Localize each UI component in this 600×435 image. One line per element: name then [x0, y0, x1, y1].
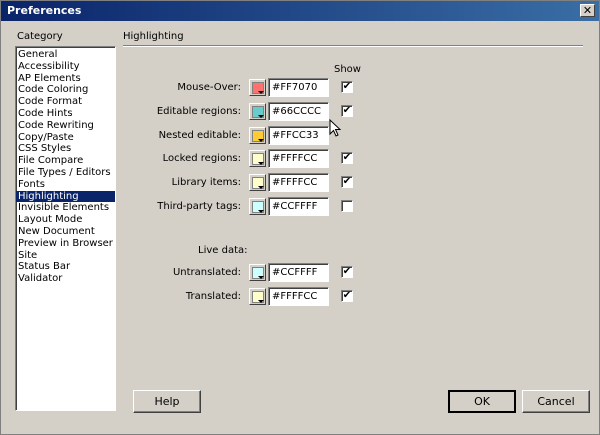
category-item[interactable]: Code Coloring [16, 84, 115, 96]
highlight-row: Translated: #FFFFCC ✔ [121, 287, 361, 307]
category-item[interactable]: AP Elements [16, 73, 115, 85]
category-item[interactable]: Preview in Browser [16, 238, 115, 250]
show-checkbox[interactable]: ✔ [341, 105, 353, 117]
category-item[interactable]: Fonts [16, 179, 115, 191]
category-item[interactable]: Site [16, 250, 115, 262]
dropdown-arrow-icon [258, 139, 264, 142]
category-item[interactable]: General [16, 49, 115, 61]
highlight-row-label: Locked regions: [162, 153, 241, 164]
category-item[interactable]: Code Rewriting [16, 120, 115, 132]
show-checkbox[interactable]: ✔ [341, 152, 353, 164]
highlight-row: Untranslated: #CCFFFF ✔ [121, 263, 361, 283]
category-item[interactable]: Highlighting [16, 190, 115, 203]
category-item[interactable]: Invisible Elements [16, 202, 115, 214]
highlight-row-label: Translated: [185, 291, 241, 302]
hex-color-input[interactable]: #CCFFFF [268, 263, 329, 282]
dropdown-arrow-icon [258, 300, 264, 303]
show-checkbox[interactable]: ✔ [341, 176, 353, 188]
hex-color-input[interactable]: #FFCC33 [268, 126, 329, 145]
mouse-cursor-icon [329, 118, 342, 137]
highlight-row-label: Mouse-Over: [177, 82, 241, 93]
highlight-row: Third-party tags: #CCFFFF [121, 197, 361, 217]
category-item[interactable]: Accessibility [16, 61, 115, 73]
preferences-window: Preferences ✕ Category General Accessibil… [0, 0, 600, 435]
close-button[interactable]: ✕ [580, 4, 595, 17]
highlight-row: Nested editable: #FFCC33 [121, 126, 361, 146]
show-checkbox[interactable]: ✔ [341, 290, 353, 302]
category-item[interactable]: Layout Mode [16, 214, 115, 226]
highlight-row-label: Untranslated: [172, 267, 241, 278]
category-item[interactable]: Code Format [16, 96, 115, 108]
highlight-row: Library items: #FFFFCC ✔ [121, 173, 361, 193]
highlight-row: Editable regions: #66CCCC ✔ [121, 102, 361, 122]
category-item[interactable]: Status Bar [16, 261, 115, 273]
cancel-button[interactable]: Cancel [522, 390, 590, 413]
dropdown-arrow-icon [258, 276, 264, 279]
color-picker-button[interactable] [249, 264, 266, 281]
category-item[interactable]: New Document [16, 226, 115, 238]
color-picker-button[interactable] [249, 79, 266, 96]
category-item[interactable]: Code Hints [16, 108, 115, 120]
category-item[interactable]: File Types / Editors [16, 167, 115, 179]
dropdown-arrow-icon [258, 186, 264, 189]
hex-color-input[interactable]: #FFFFCC [268, 173, 329, 192]
category-item[interactable]: Validator [16, 273, 115, 285]
title-bar: Preferences ✕ [1, 1, 599, 21]
category-list[interactable]: General Accessibility AP Elements Code Colo… [15, 46, 116, 411]
highlight-row: Locked regions: #FFFFCC ✔ [121, 149, 361, 169]
ok-button[interactable]: OK [448, 390, 516, 413]
show-column-label: Show [334, 64, 361, 75]
highlight-row-label: Editable regions: [156, 106, 241, 117]
hex-color-input[interactable]: #CCFFFF [268, 197, 329, 216]
live-data-label: Live data: [198, 245, 248, 256]
category-item[interactable]: Copy/Paste [16, 132, 115, 144]
color-picker-button[interactable] [249, 288, 266, 305]
show-checkbox[interactable]: ✔ [341, 266, 353, 278]
color-picker-button[interactable] [249, 198, 266, 215]
highlight-row-label: Third-party tags: [157, 201, 241, 212]
dropdown-arrow-icon [258, 162, 264, 165]
show-checkbox[interactable] [341, 200, 353, 212]
show-checkbox[interactable]: ✔ [341, 81, 353, 93]
color-picker-button[interactable] [249, 174, 266, 191]
hex-color-input[interactable]: #FFFFCC [268, 287, 329, 306]
highlight-row-label: Nested editable: [158, 130, 241, 141]
dropdown-arrow-icon [258, 210, 264, 213]
window-title: Preferences [7, 4, 82, 17]
category-label: Category [17, 31, 63, 42]
section-divider [123, 45, 583, 47]
highlight-row-label: Library items: [171, 177, 241, 188]
category-item[interactable]: File Compare [16, 155, 115, 167]
section-title: Highlighting [123, 31, 184, 42]
dropdown-arrow-icon [258, 115, 264, 118]
hex-color-input[interactable]: #FFFFCC [268, 149, 329, 168]
dropdown-arrow-icon [258, 91, 264, 94]
color-picker-button[interactable] [249, 103, 266, 120]
highlight-row: Mouse-Over: #FF7070 ✔ [121, 78, 361, 98]
color-picker-button[interactable] [249, 150, 266, 167]
hex-color-input[interactable]: #FF7070 [268, 78, 329, 97]
category-item[interactable]: CSS Styles [16, 143, 115, 155]
hex-color-input[interactable]: #66CCCC [268, 102, 329, 121]
color-picker-button[interactable] [249, 127, 266, 144]
help-button[interactable]: Help [133, 390, 201, 413]
